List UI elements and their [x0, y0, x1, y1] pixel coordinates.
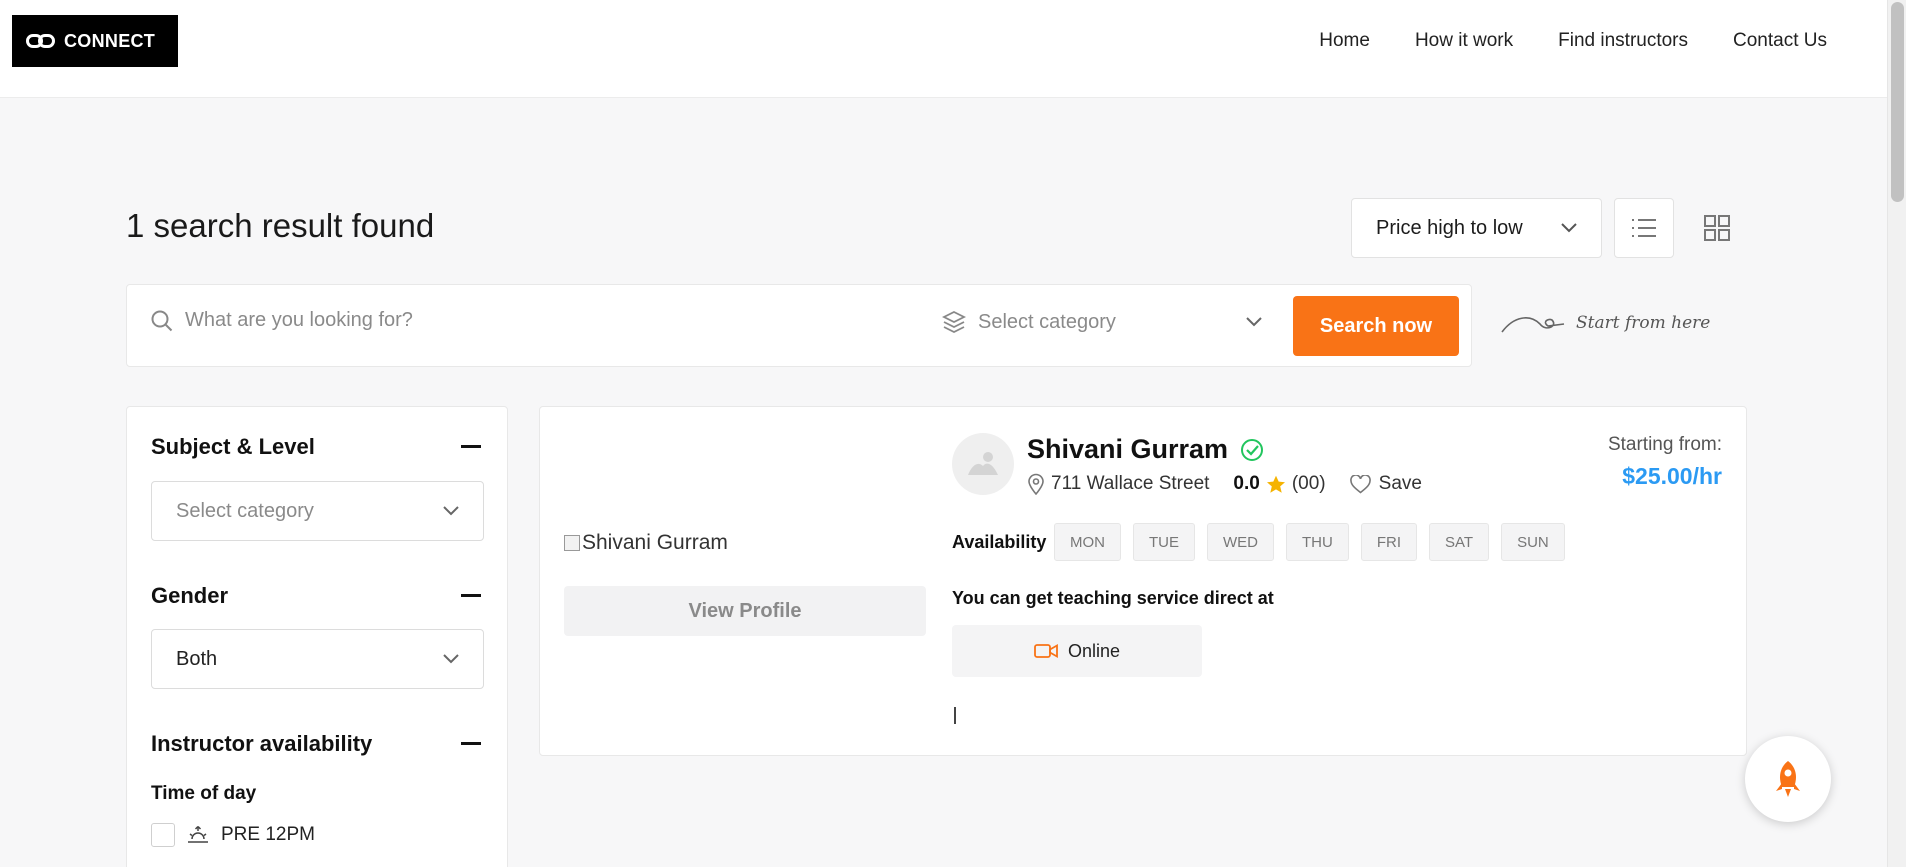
- video-camera-icon: [1034, 643, 1058, 659]
- availability-title: Instructor availability: [151, 731, 373, 756]
- nav-find-instructors[interactable]: Find instructors: [1558, 30, 1688, 52]
- logo-icon: [26, 33, 56, 49]
- rating-value: 0.0: [1233, 473, 1260, 494]
- day-sun: SUN: [1501, 523, 1565, 561]
- chevron-down-icon: [1561, 223, 1577, 233]
- time-option-label: PRE 12PM: [221, 824, 315, 845]
- teaching-service-text: You can get teaching service direct at: [952, 588, 1274, 608]
- instructor-photo: Shivani Gurram: [564, 531, 728, 555]
- text-cursor: [954, 707, 956, 724]
- gender-select[interactable]: Both: [151, 629, 484, 689]
- grid-view-button[interactable]: [1687, 198, 1747, 258]
- instructor-photo-alt: Shivani Gurram: [582, 531, 728, 554]
- collapse-gender-icon[interactable]: [461, 594, 481, 597]
- chat-button[interactable]: [1745, 736, 1831, 822]
- view-profile-button[interactable]: View Profile: [564, 586, 926, 636]
- save-label: Save: [1378, 473, 1422, 494]
- category-select-placeholder: Select category: [978, 310, 1116, 333]
- day-fri: FRI: [1360, 523, 1417, 561]
- sort-select-value: Price high to low: [1376, 216, 1523, 239]
- day-tue: TUE: [1133, 523, 1195, 561]
- gender-select-value: Both: [176, 647, 218, 670]
- instructor-meta: 711 Wallace Street 0.0 (00) Save: [1027, 473, 1422, 495]
- search-input[interactable]: [185, 309, 785, 332]
- collapse-subject-icon[interactable]: [461, 445, 481, 448]
- location-pin-icon: [1028, 473, 1044, 495]
- start-here-text: Start from here: [1576, 313, 1711, 333]
- grid-icon: [1704, 215, 1730, 241]
- page-scrollbar[interactable]: [1887, 0, 1906, 867]
- chevron-down-icon: [443, 654, 459, 664]
- time-option-row[interactable]: PRE 12PM: [151, 823, 315, 847]
- collapse-availability-icon[interactable]: [461, 742, 481, 745]
- instructor-name[interactable]: Shivani Gurram: [1027, 434, 1228, 465]
- logo[interactable]: CONNECT: [12, 15, 178, 67]
- main-nav: Home How it work Find instructors Contac…: [1319, 30, 1827, 52]
- star-icon: [1266, 475, 1285, 493]
- rocket-icon: [1776, 761, 1800, 797]
- curved-arrow-icon: [1501, 317, 1565, 333]
- gender-title: Gender: [151, 583, 229, 608]
- price-label: Starting from:: [1607, 434, 1722, 455]
- scrollbar-thumb[interactable]: [1891, 2, 1904, 202]
- price-value: $25.00/hr: [1622, 463, 1722, 489]
- layers-icon: [942, 310, 966, 334]
- chevron-down-icon: [443, 506, 459, 516]
- save-button[interactable]: Save: [1349, 473, 1422, 495]
- search-now-button[interactable]: Search now: [1293, 296, 1459, 356]
- review-count: (00): [1291, 473, 1326, 494]
- online-mode-badge: Online: [952, 625, 1202, 677]
- avatar: [952, 433, 1014, 495]
- instructor-card: Shivani Gurram View Profile Shivani Gurr…: [539, 406, 1747, 756]
- day-mon: MON: [1054, 523, 1121, 561]
- subject-category-placeholder: Select category: [176, 499, 314, 522]
- search-icon: [151, 310, 173, 331]
- nav-contact-us[interactable]: Contact Us: [1733, 30, 1827, 52]
- subject-category-select[interactable]: Select category: [151, 481, 484, 541]
- subject-level-title: Subject & Level: [151, 434, 315, 459]
- logo-text: CONNECT: [64, 30, 156, 51]
- availability-days: MON TUE WED THU FRI SAT SUN: [1054, 523, 1565, 561]
- day-thu: THU: [1286, 523, 1349, 561]
- time-of-day-label: Time of day: [151, 783, 257, 804]
- online-mode-label: Online: [1067, 640, 1121, 661]
- list-icon: [1632, 219, 1656, 237]
- broken-image-icon: [564, 535, 580, 551]
- sort-select[interactable]: Price high to low: [1351, 198, 1602, 258]
- search-bar: Select category Search now: [126, 284, 1472, 367]
- filters-sidebar: Subject & Level Select category Gender B…: [126, 406, 508, 867]
- image-placeholder-icon: [968, 452, 998, 475]
- availability-label: Availability: [952, 532, 1047, 552]
- sunrise-icon: [188, 825, 208, 843]
- search-input-wrapper: [151, 309, 851, 332]
- site-header: CONNECT Home How it work Find instructor…: [0, 0, 1887, 98]
- day-wed: WED: [1207, 523, 1274, 561]
- instructor-address: 711 Wallace Street: [1027, 473, 1209, 495]
- verified-icon: [1241, 438, 1264, 461]
- heart-icon: [1349, 474, 1371, 494]
- list-view-button[interactable]: [1614, 198, 1674, 258]
- chevron-down-icon: [1246, 317, 1262, 327]
- time-option-checkbox[interactable]: [151, 823, 175, 847]
- start-here-hint: Start from here: [1500, 310, 1710, 336]
- address-text: 711 Wallace Street: [1051, 473, 1210, 494]
- day-sat: SAT: [1429, 523, 1490, 561]
- instructor-name-row: Shivani Gurram: [1027, 434, 1264, 465]
- nav-how-it-work[interactable]: How it work: [1415, 30, 1513, 52]
- results-count-title: 1 search result found: [126, 207, 435, 244]
- category-select[interactable]: Select category: [942, 310, 1262, 334]
- nav-home[interactable]: Home: [1319, 30, 1370, 52]
